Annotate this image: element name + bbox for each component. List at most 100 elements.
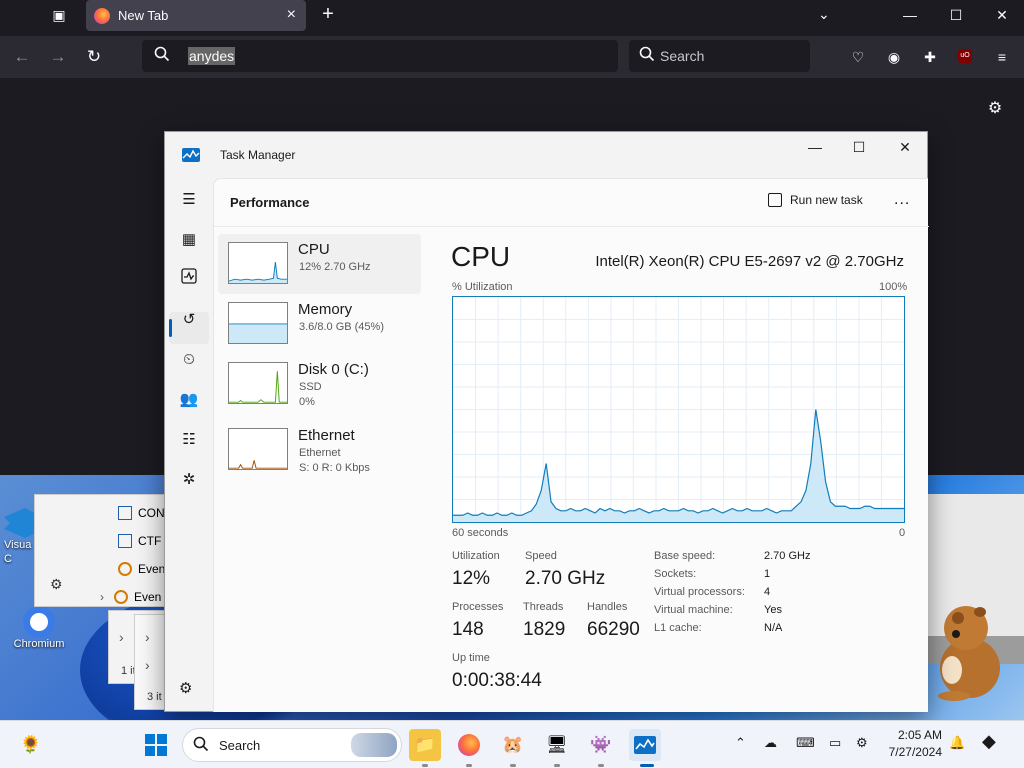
bg-row-event-2[interactable]: › Even [100,586,161,608]
accessibility-icon[interactable]: ⚙ [856,735,868,751]
copilot-icon[interactable]: ◆ [982,731,996,752]
close-button[interactable]: ✕ [882,132,928,162]
game-app-icon[interactable]: 👾 [585,729,617,761]
minimize-button[interactable]: — [890,4,930,26]
virtual-processors-label: Virtual processors: [654,586,745,598]
url-bar[interactable]: anydes [142,40,618,72]
max-axis-label: 100% [879,281,908,293]
notification-bell-icon[interactable]: 🔔 [949,735,965,751]
sockets-label: Sockets: [654,568,697,580]
desktop-pet-hamster[interactable] [930,598,1010,702]
tab-new-tab[interactable]: New Tab × [86,0,306,31]
event-icon [118,562,132,576]
chevron-up-icon[interactable]: ⌃ [735,735,746,751]
title-bar[interactable]: Task Manager — ☐ ✕ [165,132,927,178]
bg-row-label: Even [138,562,166,576]
chromium-shortcut[interactable]: Chromium [4,606,74,650]
widgets-icon[interactable]: 🌻 [15,729,47,761]
cpu-utilization-graph [452,296,905,523]
settings-gear-icon[interactable]: ⚙ [179,679,192,697]
bg-row-event-1[interactable]: Even [118,558,165,580]
time-axis-label: 60 seconds [452,527,509,539]
hamster-app-icon[interactable]: 🐹 [497,729,529,761]
maximize-button[interactable]: ☐ [936,4,976,26]
bg-row-label: Even [134,590,162,604]
gear-icon[interactable]: ⚙ [985,98,1005,118]
firefox-taskbar-icon[interactable] [453,729,485,761]
resource-detail: 0% [299,396,315,408]
maximize-button[interactable]: ☐ [836,132,882,162]
task-manager-app-icon [182,148,200,162]
resource-name: CPU [298,241,330,258]
display-icon[interactable]: ▭ [829,735,841,751]
chevron-down-icon[interactable]: ⌄ [818,6,830,23]
tab-bar: ▣ New Tab × + ⌄ — ☐ ✕ [0,0,1024,32]
performance-icon[interactable] [175,266,203,294]
l1-cache-label: L1 cache: [654,622,702,634]
new-tab-button[interactable]: + [318,4,338,26]
resource-name: Ethernet [298,427,355,444]
bg-row-label: CON [138,506,165,520]
more-options-button[interactable]: ... [894,191,910,209]
bg-row-con[interactable]: CON [118,502,165,524]
chevron-right-icon: › [145,629,150,645]
details-icon[interactable]: ☷ [175,426,203,454]
back-button[interactable]: ← [9,44,35,70]
resource-disk[interactable]: Disk 0 (C:) SSD 0% [218,354,421,414]
search-placeholder: Search [660,48,705,64]
resource-detail: 3.6/8.0 GB (45%) [299,321,384,333]
clock[interactable]: 2:05 AM 7/27/2024 [870,727,942,761]
resource-cpu[interactable]: CPU 12% 2.70 GHz [218,234,421,294]
menu-icon[interactable]: ≡ [990,45,1014,69]
taskbar-search-box[interactable]: Search [182,728,402,762]
processes-icon[interactable]: ▦ [175,226,203,254]
firefox-view-icon[interactable]: ▣ [46,4,72,26]
cloud-sync-icon[interactable]: ☁ [764,735,777,751]
close-tab-icon[interactable]: × [287,6,296,24]
event-icon [114,590,128,604]
utilization-value: 12% [452,568,491,589]
resource-ethernet[interactable]: Ethernet Ethernet S: 0 R: 0 Kbps [218,420,421,480]
resource-detail: S: 0 R: 0 Kbps [299,462,370,474]
keyboard-icon[interactable]: ⌨ [796,735,815,751]
close-window-button[interactable]: ✕ [982,4,1022,26]
users-icon[interactable]: 👥 [175,386,203,414]
minimize-button[interactable]: — [792,132,838,162]
start-button[interactable] [140,729,172,761]
file-explorer-icon[interactable]: 📁 [409,729,441,761]
account-icon[interactable]: ◉ [882,45,906,69]
hamburger-menu-icon[interactable]: ☰ [175,186,203,214]
remote-desktop-icon[interactable]: 🖥 [541,729,573,761]
disk-sparkline [228,362,288,404]
active-indicator [640,764,654,767]
reload-button[interactable]: ↻ [81,44,107,70]
url-text[interactable]: anydes [188,47,236,65]
services-icon[interactable]: ✲ [175,466,203,494]
bg-gear-icon[interactable]: ⚙ [50,576,63,593]
handles-label: Handles [587,601,628,613]
ublock-origin-icon[interactable]: uO [958,49,972,63]
pocket-icon[interactable]: ♡ [846,45,870,69]
memory-sparkline [228,302,288,344]
page-header: Performance Run new task ... [214,179,929,227]
run-new-task-button[interactable]: Run new task [768,193,863,207]
page-title: Performance [230,195,310,210]
startup-apps-icon[interactable]: ⏲ [175,346,203,374]
firefox-icon [458,734,480,756]
base-speed-value: 2.70 GHz [764,550,811,562]
resource-memory[interactable]: Memory 3.6/8.0 GB (45%) [218,294,421,354]
running-indicator [466,764,472,767]
task-manager-window[interactable]: Task Manager — ☐ ✕ ☰ ▦ ↺ ⏲ 👥 ☷ ✲ ⚙ Perfo… [164,131,929,712]
bg-row-label: CTF [138,534,162,548]
extensions-icon[interactable]: ✚ [918,45,942,69]
speed-value: 2.70 GHz [525,568,606,589]
forward-button[interactable]: → [45,44,71,70]
app-history-icon[interactable]: ↺ [175,306,203,334]
items-count: 3 it [147,691,162,703]
search-bar[interactable]: Search [629,40,810,72]
console-icon [118,506,132,520]
chevron-right-icon: › [100,590,104,604]
task-manager-taskbar-icon[interactable] [629,729,661,761]
cpu-sparkline [228,242,288,284]
bg-row-ctf[interactable]: CTF [118,530,161,552]
